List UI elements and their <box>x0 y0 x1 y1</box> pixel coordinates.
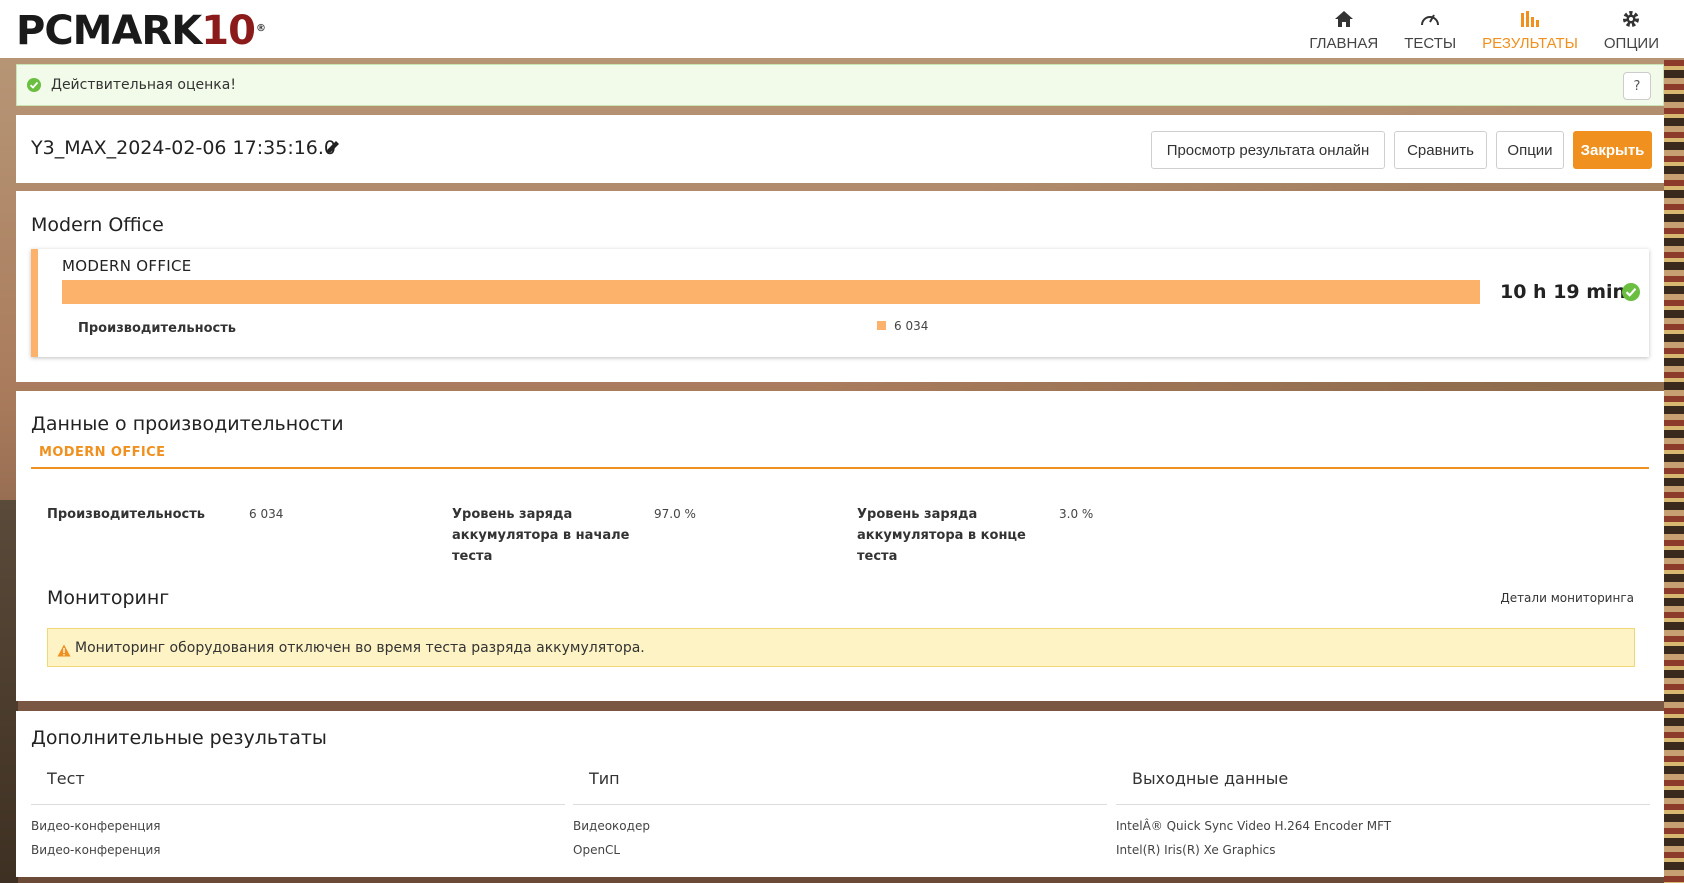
top-bar: PCMARK10 ® ГЛАВНАЯ ТЕСТЫ РЕЗУЛЬТАТЫ ОПЦИИ <box>0 0 1684 58</box>
tab-bar: MODERN OFFICE <box>31 439 1649 469</box>
compare-button[interactable]: Сравнить <box>1394 131 1487 169</box>
table-cell: IntelÂ® Quick Sync Video H.264 Encoder M… <box>1116 819 1392 833</box>
nav-options-label: ОПЦИИ <box>1603 35 1659 52</box>
kv-battery-end-label: Уровень заряда аккумулятора в конце тест… <box>857 507 1026 564</box>
monitoring-details-link[interactable]: Детали мониторинга <box>1500 591 1634 605</box>
help-button[interactable]: ? <box>1623 72 1651 100</box>
table-cell: Intel(R) Iris(R) Xe Graphics <box>1116 843 1276 857</box>
nav-home-label: ГЛАВНАЯ <box>1309 35 1379 52</box>
performance-value: 6 034 <box>894 319 929 333</box>
divider <box>31 804 565 805</box>
nav-tests-label: ТЕСТЫ <box>1404 35 1457 52</box>
main-nav: ГЛАВНАЯ ТЕСТЫ РЕЗУЛЬТАТЫ ОПЦИИ <box>1296 6 1672 52</box>
score-bar <box>62 280 1480 304</box>
divider <box>573 804 1107 805</box>
modern-office-heading: Modern Office <box>31 214 164 236</box>
table-cell: Видео-конференция <box>31 819 161 833</box>
performance-label: Производительность <box>78 321 237 336</box>
view-online-button[interactable]: Просмотр результата онлайн <box>1151 131 1385 169</box>
additional-results-panel: Дополнительные результаты Тест Тип Выход… <box>16 711 1664 877</box>
close-button[interactable]: Закрыть <box>1573 131 1652 169</box>
monitoring-heading: Мониторинг <box>47 587 170 609</box>
validation-text: Действительная оценка! <box>51 77 236 93</box>
column-header-output: Выходные данные <box>1132 769 1289 788</box>
nav-tests[interactable]: ТЕСТЫ <box>1391 6 1469 52</box>
column-header-test: Тест <box>47 769 85 788</box>
modern-office-card-title: MODERN OFFICE <box>62 257 192 275</box>
background-decoration <box>1664 60 1684 883</box>
table-cell: OpenCL <box>573 843 621 857</box>
kv-performance-label: Производительность <box>47 507 206 522</box>
kv-battery-start-label: Уровень заряда аккумулятора в начале тес… <box>452 507 630 564</box>
kv-performance-value: 6 034 <box>249 507 284 521</box>
modern-office-card: MODERN OFFICE 10 h 19 min Производительн… <box>31 249 1649 357</box>
result-title-panel: Y3_MAX_2024-02-06 17:35:16.0 Просмотр ре… <box>16 115 1664 183</box>
gear-icon <box>1621 6 1641 32</box>
check-circle-icon <box>26 77 42 97</box>
gauge-icon <box>1419 6 1441 32</box>
monitoring-warning: Мониторинг оборудования отключен во врем… <box>47 628 1635 667</box>
score-value: 10 h 19 min <box>1500 281 1627 303</box>
pcmark-logo: PCMARK10 ® <box>16 8 266 54</box>
table-cell: Видеокодер <box>573 819 650 833</box>
nav-results[interactable]: РЕЗУЛЬТАТЫ <box>1469 6 1591 52</box>
divider <box>1116 804 1650 805</box>
monitoring-warning-text: Мониторинг оборудования отключен во врем… <box>75 640 645 656</box>
result-name: Y3_MAX_2024-02-06 17:35:16.0 <box>31 137 337 159</box>
performance-legend-swatch <box>877 321 886 330</box>
table-cell: Видео-конференция <box>31 843 161 857</box>
nav-home[interactable]: ГЛАВНАЯ <box>1296 6 1391 52</box>
kv-battery-start-value: 97.0 % <box>654 507 696 521</box>
check-circle-icon <box>1621 282 1641 306</box>
warning-icon <box>57 642 71 661</box>
performance-data-heading: Данные о производительности <box>31 413 344 435</box>
kv-battery-end-value: 3.0 % <box>1059 507 1094 521</box>
nav-options[interactable]: ОПЦИИ <box>1591 6 1672 52</box>
performance-data-panel: Данные о производительности MODERN OFFIC… <box>16 391 1664 701</box>
tab-modern-office[interactable]: MODERN OFFICE <box>39 445 165 460</box>
modern-office-panel: Modern Office MODERN OFFICE 10 h 19 min … <box>16 191 1664 382</box>
nav-results-label: РЕЗУЛЬТАТЫ <box>1482 35 1578 52</box>
validation-banner: Действительная оценка! ? <box>16 64 1664 106</box>
options-button[interactable]: Опции <box>1496 131 1564 169</box>
pencil-icon[interactable] <box>325 139 341 159</box>
additional-results-heading: Дополнительные результаты <box>31 727 327 749</box>
bar-chart-icon <box>1519 6 1541 32</box>
column-header-type: Тип <box>589 769 620 788</box>
home-icon <box>1334 6 1354 32</box>
